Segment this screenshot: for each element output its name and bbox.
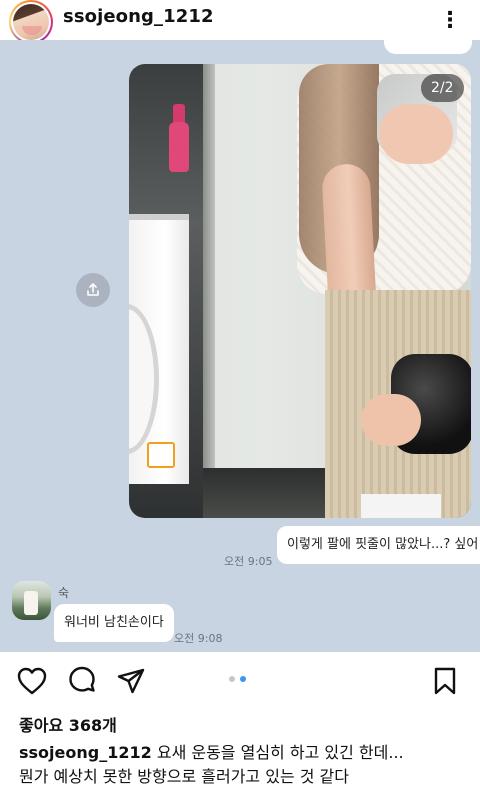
carousel-dot-active — [240, 676, 246, 682]
caption-text-line1: 요새 운동을 열심히 하고 있긴 한데... — [156, 743, 404, 762]
post-action-bar — [0, 652, 480, 710]
profile-avatar[interactable] — [9, 0, 53, 44]
more-icon[interactable]: ⋮ — [439, 8, 462, 33]
like-count[interactable]: 좋아요 368개 — [19, 712, 117, 736]
post-username[interactable]: ssojeong_1212 — [63, 6, 214, 27]
post-header: ssojeong_1212 ⋮ — [0, 0, 480, 44]
photo-page-counter: 2/2 — [421, 74, 464, 102]
mirror-selfie-photo: 2/2 — [129, 64, 471, 518]
heart-icon[interactable] — [17, 666, 47, 696]
dm-screenshot: 2/2 이렇게 팔에 핏줄이 많았나...? 싶어 오전 9:05 숙 워너비 … — [0, 40, 480, 652]
friend-name: 숙 — [58, 586, 70, 600]
sent-message-bubble: 이렇게 팔에 핏줄이 많았나...? 싶어 — [277, 526, 480, 564]
comment-icon[interactable] — [67, 666, 97, 696]
previous-bubble-edge — [384, 40, 472, 54]
friend-avatar — [12, 581, 51, 620]
carousel-dot — [229, 676, 235, 682]
received-message-bubble: 워너비 남친손이다 — [54, 604, 174, 642]
received-message-time: 오전 9:08 — [174, 632, 223, 645]
caption-text-line2: 뭔가 예상치 못한 방향으로 흘러가고 있는 것 같다 — [19, 767, 350, 786]
post-caption: ssojeong_1212 요새 운동을 열심히 하고 있긴 한데... 뭔가 … — [19, 741, 467, 789]
sent-message-time: 오전 9:05 — [224, 555, 273, 568]
bookmark-icon[interactable] — [430, 666, 460, 696]
share-icon[interactable] — [76, 273, 110, 307]
send-icon[interactable] — [116, 666, 146, 696]
caption-username[interactable]: ssojeong_1212 — [19, 743, 152, 762]
carousel-indicator — [229, 676, 246, 682]
